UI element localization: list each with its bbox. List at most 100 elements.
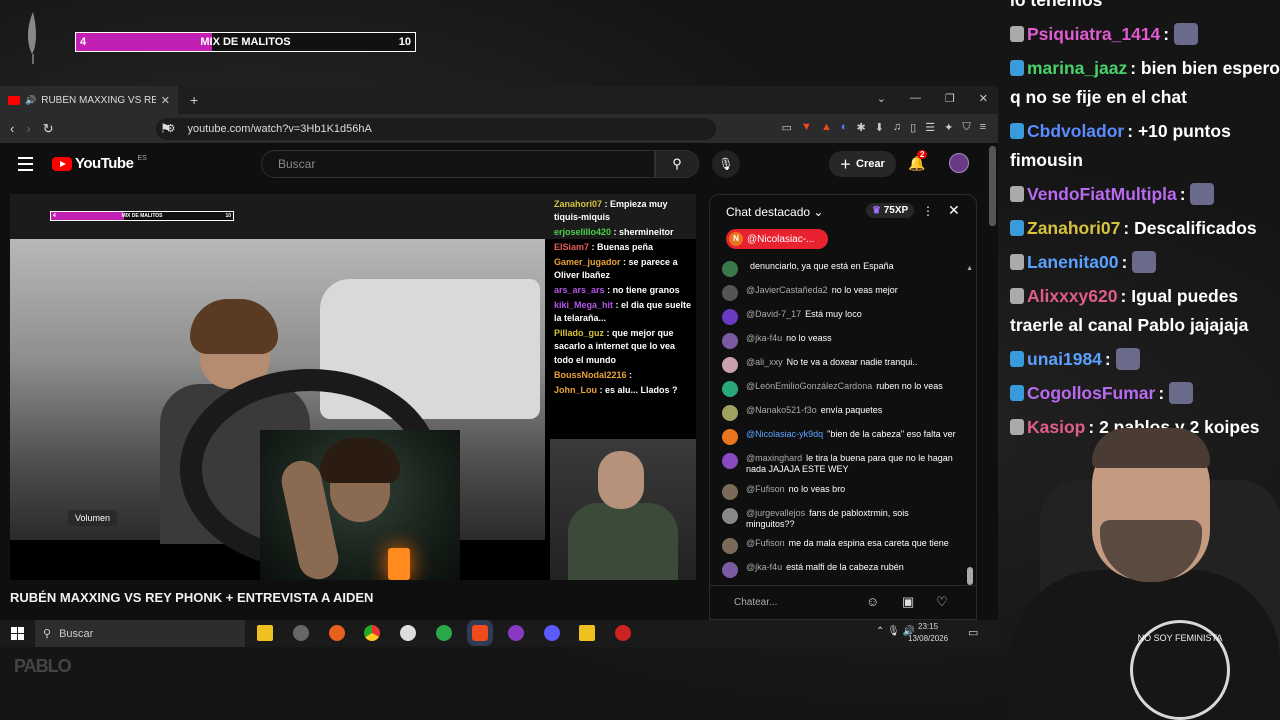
discord-icon[interactable] — [544, 625, 560, 641]
badge-icon — [1010, 288, 1024, 304]
forward-icon[interactable]: › — [26, 121, 30, 136]
clock[interactable]: 23:15 13/08/2026 — [908, 621, 948, 645]
close-tab-icon[interactable]: ✕ — [161, 94, 170, 107]
extensions-icon[interactable]: ✱ — [856, 121, 865, 134]
more-options-icon[interactable]: ⋮ — [922, 204, 934, 218]
youtube-play-icon — [52, 156, 72, 171]
minimize-icon[interactable]: — — [910, 92, 921, 105]
leo-icon[interactable]: ◐ — [841, 121, 848, 134]
chat-message[interactable]: denunciarlo, ya que está en España — [722, 261, 956, 277]
stream-chat-line: marina_jaaz: bien bien espero q no se fi… — [1010, 58, 1280, 107]
download-icon[interactable]: ⬇ — [875, 121, 884, 134]
youtube-favicon-icon — [8, 95, 20, 105]
brave-taskbar-icon[interactable] — [472, 625, 488, 641]
chat-text: No te va a doxear nadie tranqui.. — [786, 357, 918, 367]
scroll-up-icon[interactable]: ▲ — [966, 265, 973, 272]
pinned-user-chip[interactable]: N @Nicolasiac-... — [726, 229, 828, 249]
chat-author: @maxinghard — [746, 453, 803, 463]
sidebar-icon[interactable]: ▯ — [910, 121, 916, 134]
vpn-icon[interactable]: ⛉ — [962, 121, 970, 134]
chat-message[interactable]: @ali_xxy No te va a doxear nadie tranqui.… — [722, 357, 956, 373]
voice-search-button[interactable]: 🎙 — [712, 150, 740, 178]
page-scrollbar[interactable] — [989, 146, 996, 226]
chat-message[interactable]: @jka-f4u está malfi de la cabeza rubén — [722, 562, 956, 578]
chat-message[interactable]: @Fufison me da mala espina esa careta que… — [722, 538, 956, 554]
video-player[interactable]: 4 MIX DE MALITOS 10 Volumen Zanahori07 :… — [10, 194, 696, 580]
super-chat-icon[interactable]: ▣ — [902, 594, 914, 610]
chat-avatar — [722, 562, 738, 578]
brave-shields-icon[interactable]: ▼ — [801, 121, 812, 134]
tab-title: RUBÉN MAXXING VS REY PHO — [41, 94, 156, 106]
chat-message[interactable]: @David-7_17 Está muy loco — [722, 309, 956, 325]
chat-message[interactable]: @Fufison no lo veas bro — [722, 483, 956, 500]
xp-badge[interactable]: ♛ 75XP — [866, 203, 915, 218]
xbox-icon[interactable] — [436, 625, 452, 641]
badge-icon — [1010, 254, 1024, 270]
youtube-logo[interactable]: YouTube ES — [52, 155, 147, 172]
video-chat-line: ars_ars_ars : no tiene granos — [554, 285, 680, 296]
taskbar-search[interactable]: ⚲ Buscar — [35, 620, 245, 647]
chat-message[interactable]: @maxinghard le tira la buena para que no … — [722, 453, 956, 476]
chat-text: Está muy loco — [805, 309, 862, 319]
chat-scrollbar[interactable] — [967, 567, 973, 585]
stream-chat-user: marina_jaaz — [1027, 58, 1128, 78]
media-player-icon[interactable] — [400, 625, 416, 641]
notifications-button[interactable]: 🔔 2 — [908, 150, 928, 172]
back-icon[interactable]: ‹ — [10, 121, 14, 136]
reload-icon[interactable]: ↻ — [43, 121, 54, 137]
chat-message[interactable]: @JavierCastañeda2 no lo veas mejor — [722, 285, 956, 301]
chat-author: @ali_xxy — [746, 357, 783, 367]
badge-icon — [1010, 60, 1024, 76]
menu-icon[interactable]: ≡ — [980, 121, 986, 134]
chat-message[interactable]: @LeónEmilioGonzálezCardona ruben no lo ve… — [722, 381, 956, 397]
video-chat-user: ars_ars_ars — [554, 285, 605, 296]
firefox-icon[interactable] — [329, 625, 345, 641]
heart-icon[interactable]: ♡ — [936, 594, 948, 610]
chat-input[interactable]: Chatear... ☺ ▣ ♡ — [710, 585, 976, 619]
new-tab-icon[interactable]: + — [190, 92, 198, 108]
maximize-icon[interactable]: ❐ — [945, 92, 955, 105]
chat-author: @Nanako521-f3o — [746, 405, 817, 415]
mini-bar-title: MIX DE MALITOS — [121, 213, 163, 219]
emote-icon — [1115, 348, 1140, 370]
windows-start-icon[interactable] — [11, 627, 24, 640]
chat-message[interactable]: @jka-f4u no lo veass — [722, 333, 956, 349]
search-input[interactable]: Buscar — [261, 150, 655, 178]
url-field[interactable]: ⚙ youtube.com/watch?v=3Hb1K1d56hA — [155, 117, 716, 140]
cast-icon[interactable]: ▭ — [782, 121, 792, 134]
address-bar: ‹ › ↻ ⚑ ⚙ youtube.com/watch?v=3Hb1K1d56h… — [0, 114, 998, 143]
leo-ai-icon[interactable]: ✦ — [944, 121, 953, 134]
video-chat-line: Pillado_guz : que mejor que sacarlo a in… — [554, 328, 676, 365]
url-text: youtube.com/watch?v=3Hb1K1d56hA — [187, 122, 372, 135]
chat-text: "bien de la cabeza" eso falta ver — [827, 429, 956, 439]
app2-icon[interactable] — [508, 625, 524, 641]
obs-icon[interactable] — [615, 625, 631, 641]
chat-mode-dropdown[interactable]: Chat destacado ⌄ — [726, 205, 823, 219]
chat-author: @LeónEmilioGonzálezCardona — [746, 381, 873, 391]
browser-tab[interactable]: 🔊 RUBÉN MAXXING VS REY PHO ✕ — [0, 86, 178, 114]
chat-message[interactable]: @jurgevallejos fans de pabloxtrmin, sois … — [722, 507, 956, 531]
account-avatar[interactable] — [949, 153, 969, 173]
search-button[interactable]: ⚲ — [655, 150, 699, 178]
close-window-icon[interactable]: ✕ — [979, 92, 988, 105]
chat-message[interactable]: @Nicolasiac-yk9dq "bien de la cabeza" eso… — [722, 429, 956, 445]
hamburger-menu-icon[interactable] — [18, 157, 33, 175]
brave-rewards-icon[interactable]: ▲ — [821, 121, 832, 134]
badge-icon — [1010, 186, 1024, 202]
create-button[interactable]: ＋ Crear — [829, 151, 896, 177]
bookmark-icon[interactable]: ⚑ — [160, 121, 172, 137]
app-icon[interactable] — [293, 625, 309, 641]
file-explorer-icon[interactable] — [579, 625, 595, 641]
chrome-icon[interactable] — [364, 625, 380, 641]
store-icon[interactable] — [257, 625, 273, 641]
chat-text: no lo veas bro — [788, 483, 846, 494]
tab-list-icon[interactable]: ⌄ — [877, 92, 886, 105]
volume-tooltip: Volumen — [68, 510, 118, 526]
stream-chat-line: Cbdvolador: +10 puntos fimousin — [1010, 121, 1231, 170]
emoji-icon[interactable]: ☺ — [866, 594, 879, 609]
chat-message[interactable]: @Nanako521-f3o envía paquetes — [722, 405, 956, 421]
notifications-icon[interactable]: ▭ — [968, 626, 978, 639]
media-icon[interactable]: ♫ — [893, 121, 901, 134]
reading-list-icon[interactable]: ☰ — [925, 121, 935, 134]
close-chat-icon[interactable]: ✕ — [948, 202, 960, 219]
